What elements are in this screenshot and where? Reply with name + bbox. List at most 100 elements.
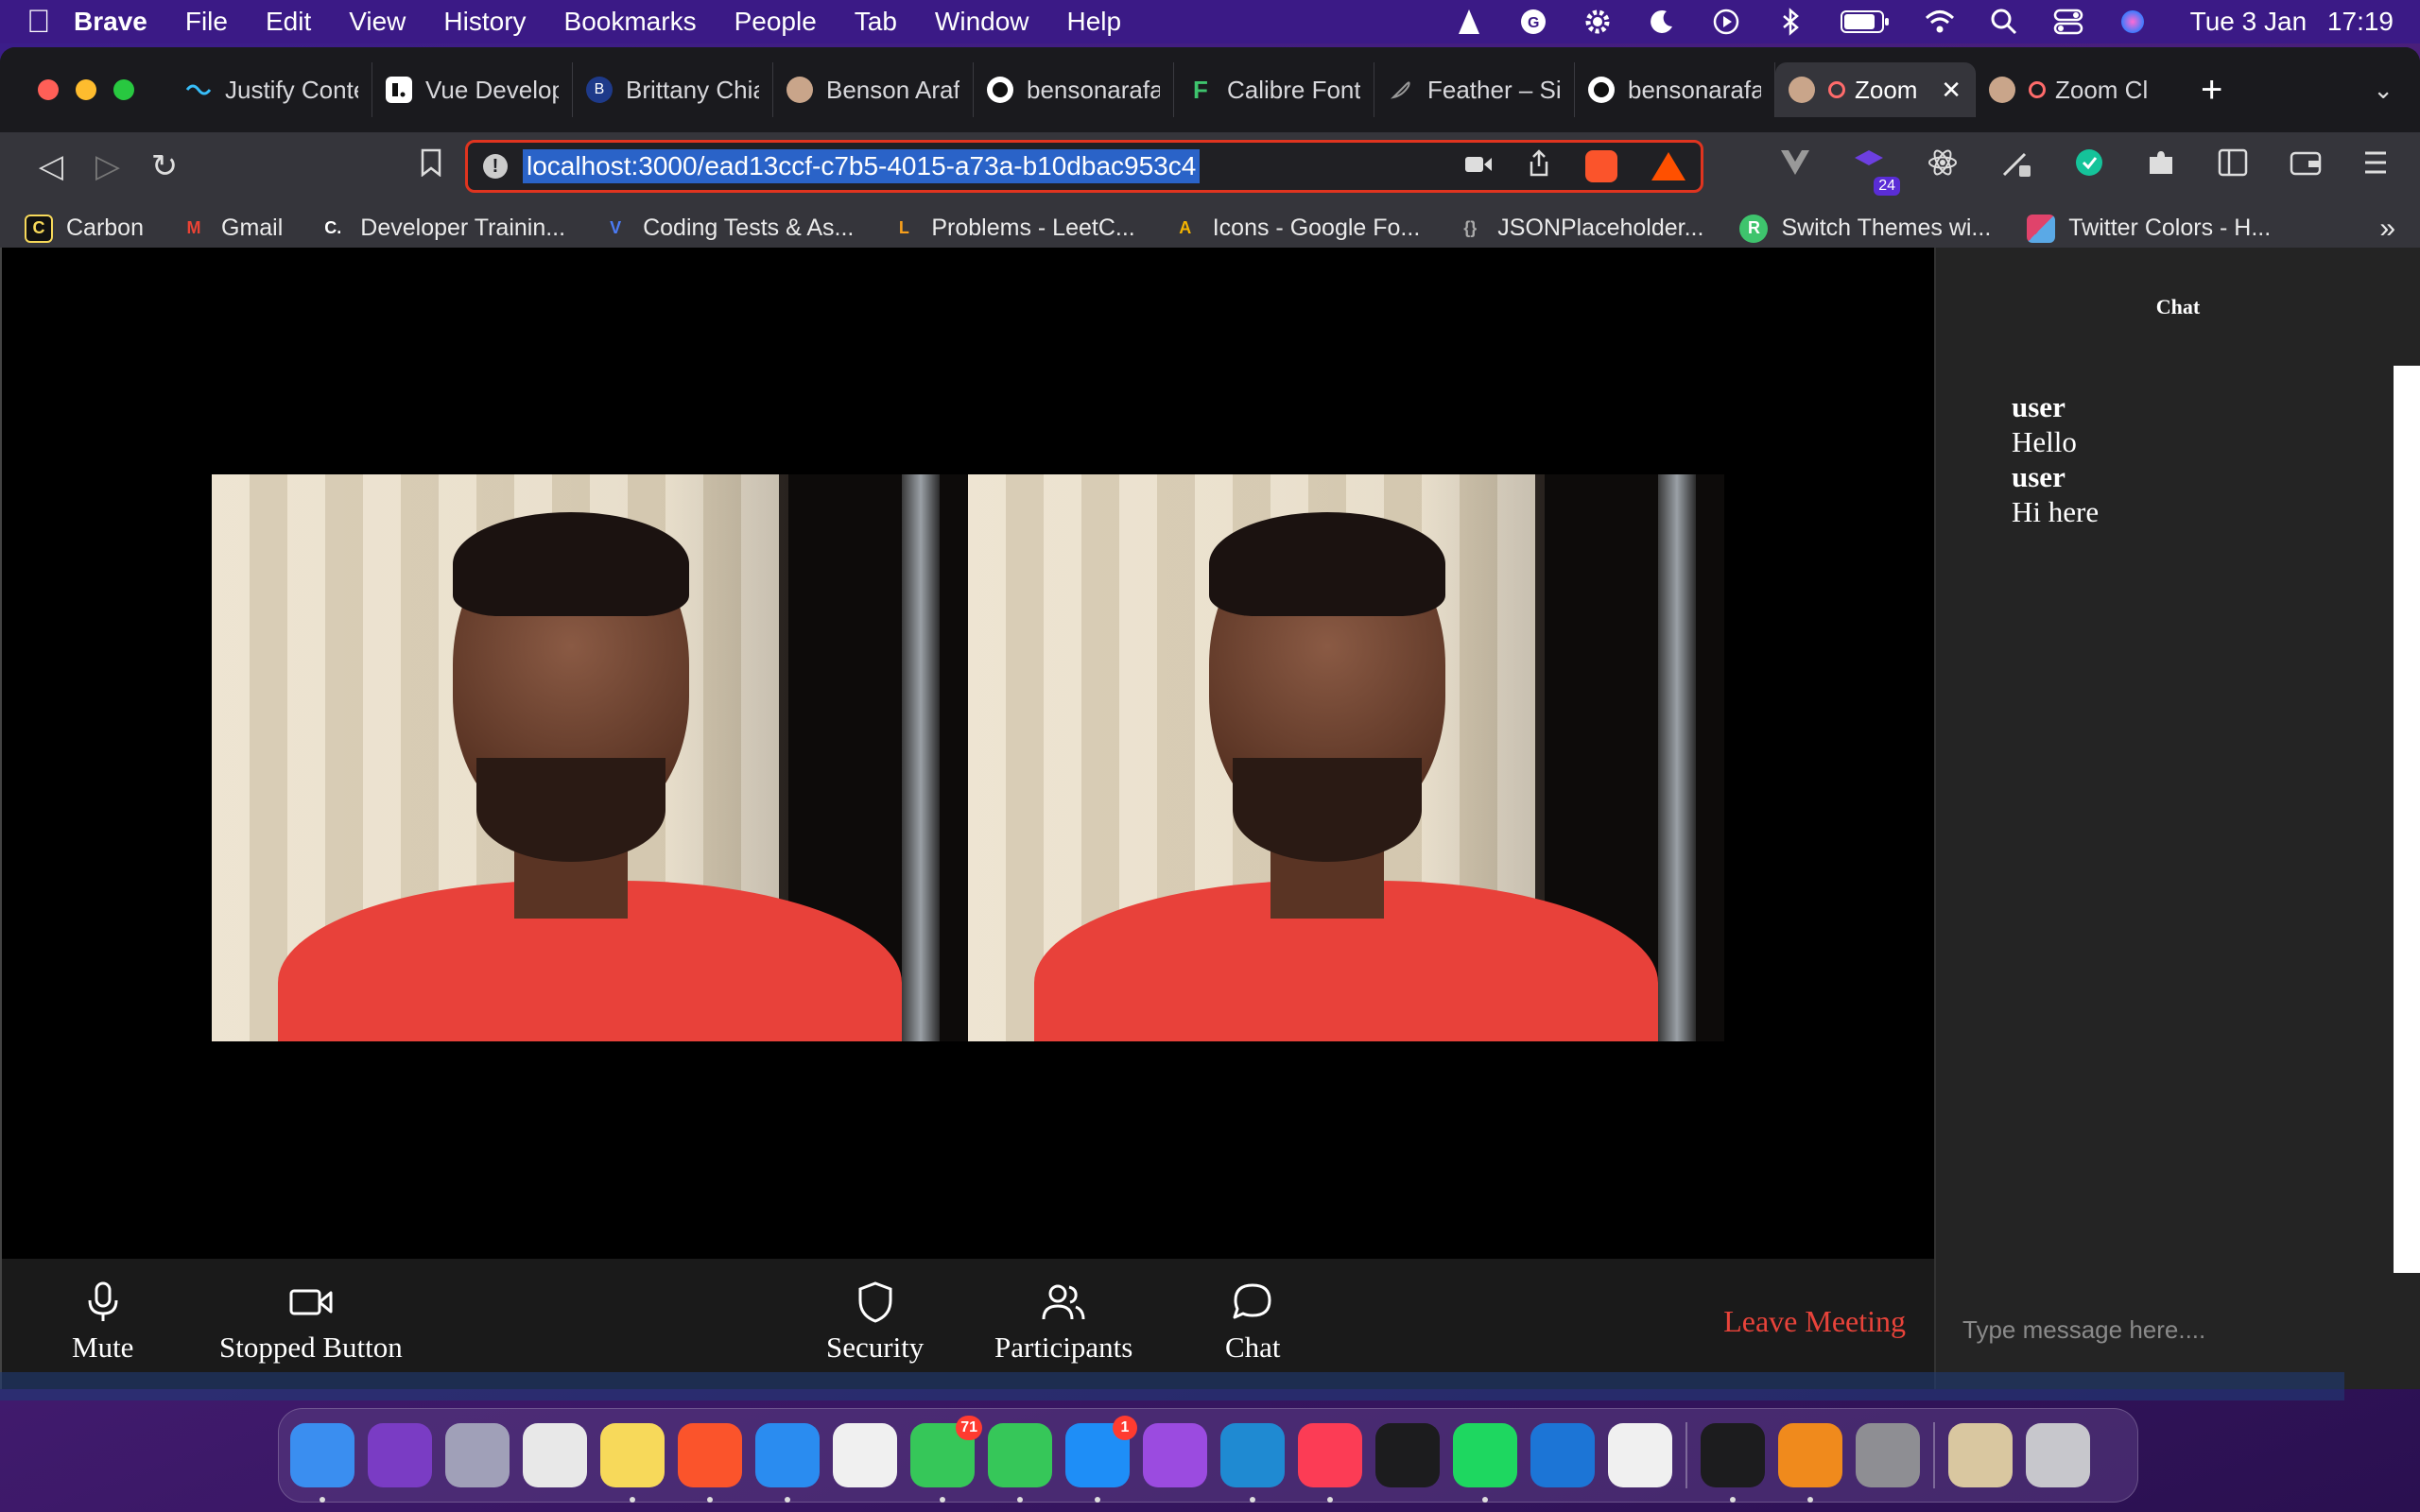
vlc-icon[interactable] — [1778, 1423, 1842, 1503]
vscode-icon[interactable] — [1220, 1423, 1285, 1503]
tab-brittany-chiang[interactable]: B Brittany Chia — [573, 62, 773, 117]
tab-calibre-font[interactable]: F Calibre Font — [1174, 62, 1374, 117]
bookmark-switch-themes[interactable]: R Switch Themes wi... — [1739, 214, 1991, 243]
tab-search-chevron-icon[interactable]: ⌄ — [2373, 76, 2394, 105]
forward-button[interactable]: ▷ — [79, 147, 136, 185]
share-icon[interactable] — [1527, 148, 1551, 184]
menu-edit[interactable]: Edit — [266, 7, 311, 37]
more-bookmarks-chevron-icon[interactable]: » — [2379, 213, 2395, 245]
messages-icon[interactable]: 71 — [910, 1416, 982, 1503]
launchpad-icon[interactable] — [445, 1423, 510, 1487]
bookmark-leetcode[interactable]: L Problems - LeetC... — [890, 215, 1135, 243]
menubar-clock[interactable]: Tue 3 Jan 17:19 — [2190, 7, 2394, 37]
menu-tab[interactable]: Tab — [855, 7, 897, 37]
safari-icon[interactable] — [755, 1423, 820, 1503]
menu-app-name[interactable]: Brave — [74, 7, 147, 37]
tab-benson-arafat[interactable]: Benson Araf — [773, 62, 974, 117]
close-window-button[interactable] — [38, 79, 59, 100]
siri-icon[interactable] — [368, 1423, 432, 1487]
participants-button[interactable]: Participants — [994, 1280, 1132, 1365]
tab-zoom-clone[interactable]: Zoom Cl — [1976, 62, 2176, 117]
bookmark-jsonplaceholder[interactable]: {} JSONPlaceholder... — [1456, 215, 1703, 243]
chrome-icon[interactable] — [523, 1423, 587, 1487]
menu-window[interactable]: Window — [935, 7, 1029, 37]
tab-feather[interactable]: Feather – Sir — [1374, 62, 1575, 117]
mongodb-icon[interactable] — [1608, 1423, 1672, 1487]
facetime-icon[interactable] — [988, 1423, 1052, 1503]
mute-button[interactable]: Mute — [72, 1280, 133, 1365]
security-button[interactable]: Security — [826, 1280, 924, 1365]
siri-icon[interactable] — [2117, 6, 2149, 38]
color-picker-icon[interactable] — [2000, 146, 2032, 186]
menu-history[interactable]: History — [443, 7, 526, 37]
minimize-window-button[interactable] — [76, 79, 96, 100]
bookmark-page-icon[interactable] — [420, 148, 442, 184]
trash-icon[interactable] — [2026, 1423, 2090, 1487]
podcasts-icon[interactable] — [1143, 1423, 1207, 1487]
chat-message-input[interactable] — [1962, 1306, 2378, 1353]
tab-github-bensonarafat-2[interactable]: bensonarafa — [1575, 62, 1775, 117]
apple-menu-icon[interactable]:  — [26, 4, 74, 41]
tab-vue-developer[interactable]: Vue Develop — [372, 62, 573, 117]
address-bar[interactable]: ! localhost:3000/ead13ccf-c7b5-4015-a73a… — [465, 140, 1703, 193]
zoom-window-button[interactable] — [113, 79, 134, 100]
wifi-icon[interactable] — [1924, 6, 1956, 38]
brave-rewards-icon[interactable] — [1651, 152, 1685, 180]
app-store-icon[interactable]: 1 — [1065, 1416, 1137, 1503]
extension-badge-icon[interactable]: 24 — [1853, 148, 1900, 196]
terminal-icon[interactable] — [1701, 1423, 1765, 1503]
bookmark-coding-tests[interactable]: V Coding Tests & As... — [601, 215, 854, 243]
video-toggle-button[interactable]: Stopped Button — [219, 1280, 403, 1365]
url-text[interactable]: localhost:3000/ead13ccf-c7b5-4015-a73a-b… — [523, 149, 1201, 183]
menu-file[interactable]: File — [185, 7, 228, 37]
reload-button[interactable]: ↻ — [136, 147, 193, 185]
bookmark-twitter-colors[interactable]: Twitter Colors - H... — [2027, 214, 2271, 243]
search-icon[interactable] — [1988, 6, 2020, 38]
apple-tv-icon[interactable] — [1375, 1423, 1440, 1487]
browser-menu-icon[interactable] — [2363, 149, 2388, 183]
notes-icon[interactable] — [600, 1423, 665, 1503]
extensions-puzzle-icon[interactable] — [2146, 147, 2176, 185]
battery-icon[interactable] — [1839, 6, 1892, 38]
finder-icon[interactable] — [290, 1423, 354, 1503]
camera-in-use-icon[interactable] — [1464, 152, 1493, 181]
close-tab-icon[interactable]: ✕ — [1941, 76, 1962, 105]
tab-github-bensonarafat-1[interactable]: bensonarafa — [974, 62, 1174, 117]
menu-bookmarks[interactable]: Bookmarks — [564, 7, 697, 37]
bookmark-developer-training[interactable]: C. Developer Trainin... — [319, 215, 565, 243]
site-info-icon[interactable]: ! — [483, 154, 508, 179]
moon-icon[interactable] — [1646, 6, 1678, 38]
photos-icon[interactable] — [833, 1423, 897, 1487]
play-circle-icon[interactable] — [1710, 6, 1742, 38]
bookmark-carbon[interactable]: C Carbon — [25, 214, 144, 243]
grammarly-extension-icon[interactable] — [2074, 147, 2104, 185]
wallet-icon[interactable] — [2290, 148, 2322, 184]
vue-devtools-icon[interactable] — [1779, 148, 1811, 184]
system-preferences-icon[interactable] — [1856, 1423, 1920, 1487]
bluetooth-icon[interactable] — [1774, 6, 1806, 38]
menu-people[interactable]: People — [735, 7, 817, 37]
leave-meeting-button[interactable]: Leave Meeting — [1723, 1304, 1906, 1339]
sidebar-toggle-icon[interactable] — [2218, 148, 2248, 184]
bookmark-google-fonts-icons[interactable]: A Icons - Google Fo... — [1171, 215, 1420, 243]
menu-help[interactable]: Help — [1067, 7, 1122, 37]
chat-scrollbar[interactable] — [2394, 366, 2420, 1273]
tab-justify-content[interactable]: Justify Conte — [172, 62, 372, 117]
spotify-icon[interactable] — [1453, 1423, 1517, 1503]
menu-view[interactable]: View — [349, 7, 406, 37]
brave-icon[interactable] — [678, 1423, 742, 1503]
xcode-icon[interactable] — [1530, 1423, 1595, 1487]
grammarly-icon[interactable]: G — [1517, 6, 1549, 38]
music-icon[interactable] — [1298, 1423, 1362, 1503]
react-devtools-icon[interactable] — [1927, 146, 1959, 186]
gear-icon[interactable] — [1582, 6, 1614, 38]
control-center-icon[interactable] — [2052, 6, 2084, 38]
back-button[interactable]: ◁ — [23, 147, 79, 185]
vlc-icon[interactable] — [1453, 6, 1485, 38]
chat-toggle-button[interactable]: Chat — [1225, 1280, 1281, 1365]
tab-zoom-active[interactable]: Zoom ✕ — [1775, 62, 1976, 117]
downloads-icon[interactable] — [1948, 1423, 2013, 1487]
new-tab-button[interactable]: + — [2201, 69, 2222, 112]
brave-shields-icon[interactable] — [1585, 150, 1617, 182]
bookmark-gmail[interactable]: M Gmail — [180, 215, 284, 243]
